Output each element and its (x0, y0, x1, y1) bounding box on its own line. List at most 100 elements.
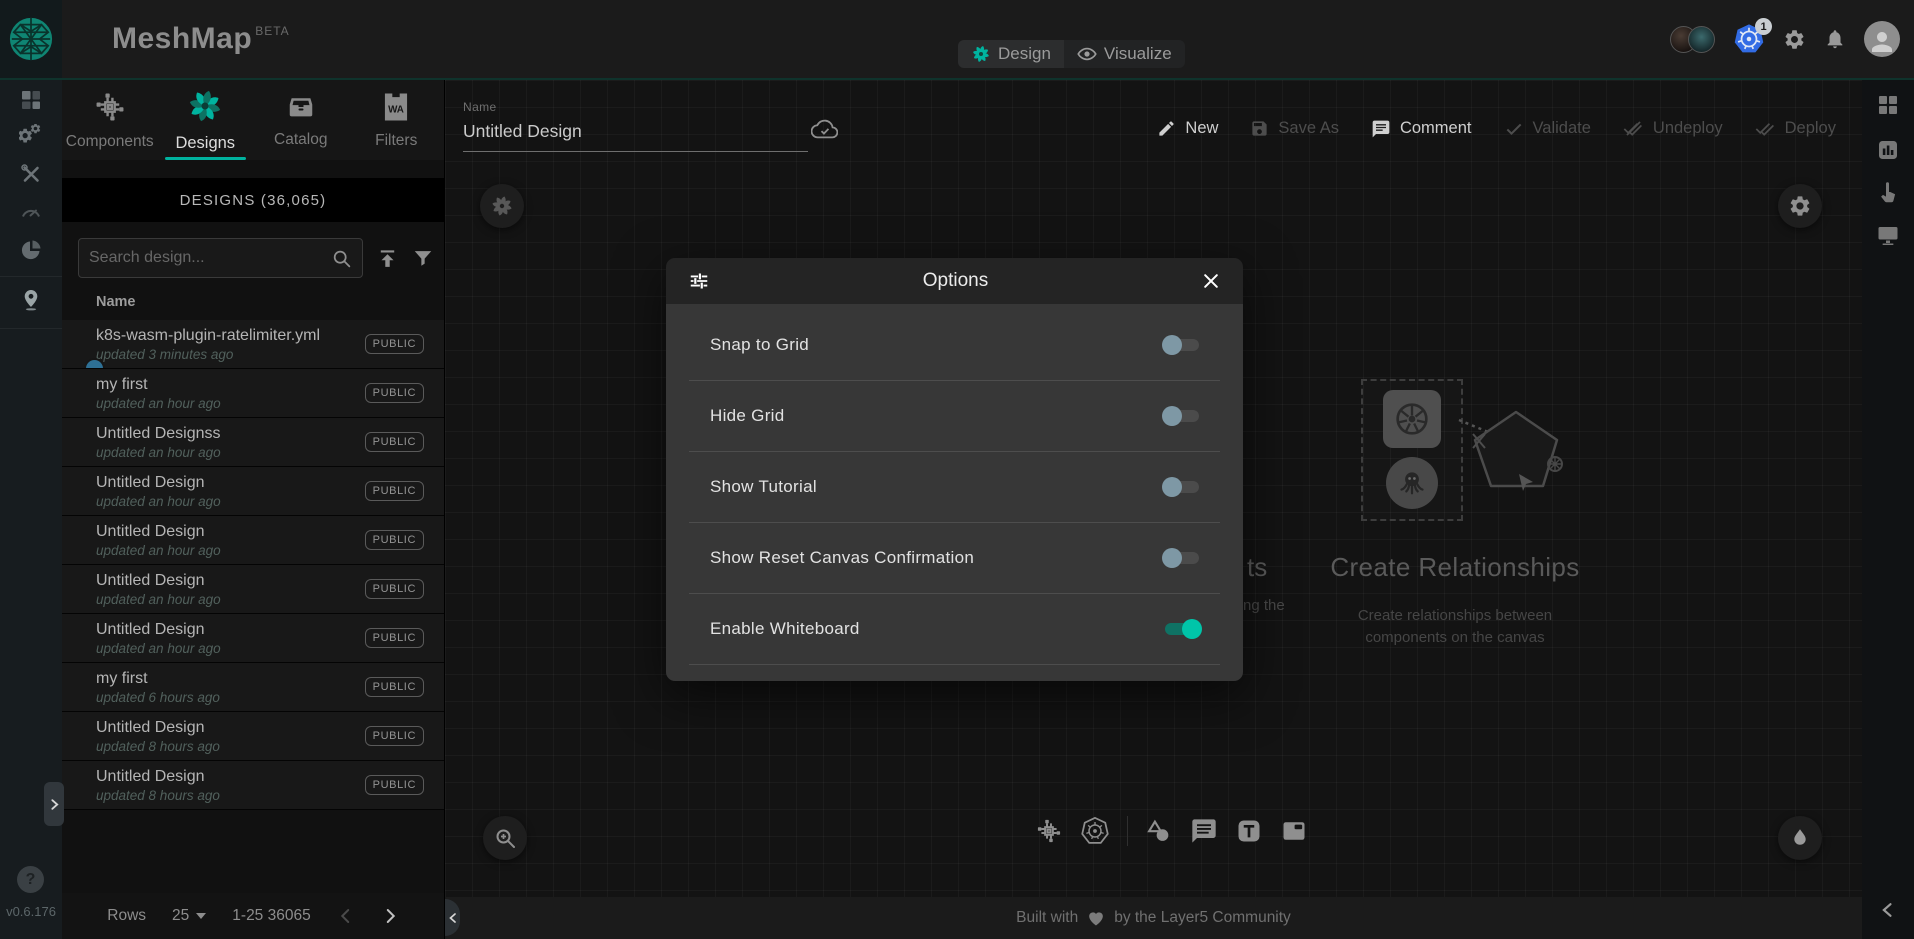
undeploy-button-label: Undeploy (1653, 119, 1723, 138)
components-circuit-icon (93, 90, 127, 124)
chevron-left-icon (447, 912, 459, 924)
k8s-context-button[interactable]: 1 (1733, 23, 1765, 55)
nav-meshmap[interactable] (19, 288, 43, 312)
option-label: Show Reset Canvas Confirmation (710, 548, 974, 568)
previous-page-button[interactable] (337, 907, 355, 925)
panel-tab-designs[interactable]: Designs (158, 80, 254, 160)
gear-icon (1788, 194, 1812, 218)
design-list-item[interactable]: Untitled Design updated an hour ago PUBL… (62, 614, 444, 663)
filter-funnel-button[interactable] (412, 247, 434, 269)
save-as-button[interactable]: Save As (1250, 118, 1339, 139)
comment-tool-button[interactable] (1190, 817, 1218, 845)
design-updated: updated an hour ago (96, 396, 221, 411)
tab-visualize[interactable]: Visualize (1064, 40, 1185, 68)
panel-tab-catalog-label: Catalog (274, 131, 327, 149)
design-updated: updated 3 minutes ago (96, 347, 320, 362)
collaborator-avatars[interactable] (1670, 26, 1715, 53)
gear-icon (1783, 28, 1806, 51)
panel-tab-filters-label: Filters (375, 132, 417, 150)
widgets-grid-button[interactable] (1876, 93, 1900, 117)
design-list-item[interactable]: Untitled Design updated an hour ago PUBL… (62, 565, 444, 614)
footer-suffix: by the Layer5 Community (1114, 909, 1291, 927)
dock-expand-button[interactable] (1878, 900, 1898, 920)
nav-dashboard[interactable] (19, 88, 43, 112)
design-list-item[interactable]: k8s-wasm-plugin-ratelimiter.yml updated … (62, 320, 444, 369)
list-title: DESIGNS (36,065) (62, 178, 444, 222)
visibility-badge: PUBLIC (365, 530, 424, 550)
design-list-item[interactable]: Untitled Design updated 8 hours ago PUBL… (62, 761, 444, 810)
nav-configuration[interactable] (19, 162, 43, 186)
panel-tab-components[interactable]: Components (62, 80, 158, 160)
layer5-logo-button[interactable] (0, 0, 62, 78)
search-row (78, 238, 434, 278)
show-tutorial-toggle[interactable] (1162, 477, 1202, 497)
comment-button[interactable]: Comment (1371, 118, 1472, 139)
ink-drop-button[interactable] (1778, 816, 1822, 860)
components-tool-button[interactable] (1035, 817, 1063, 845)
nav-extensions[interactable] (19, 238, 43, 262)
beta-tag: BETA (255, 24, 289, 38)
new-button[interactable]: New (1157, 118, 1218, 139)
hide-grid-toggle[interactable] (1162, 406, 1202, 426)
options-modal-body: Snap to Grid Hide Grid Show Tutorial Sho… (666, 304, 1243, 681)
mesh-pie-icon (19, 238, 43, 262)
hand-pointer-button[interactable] (1876, 181, 1900, 205)
panel-tab-catalog[interactable]: Catalog (253, 80, 349, 160)
design-list-item[interactable]: Untitled Design updated 8 hours ago PUBL… (62, 712, 444, 761)
validate-button[interactable]: Validate (1504, 118, 1591, 139)
search-input[interactable] (89, 249, 331, 267)
search-box[interactable] (78, 238, 363, 278)
option-label: Hide Grid (710, 406, 785, 426)
panel-expand-toggle[interactable] (44, 782, 64, 826)
design-name: Untitled Design (96, 572, 221, 590)
image-tool-button[interactable] (1280, 817, 1308, 845)
show-reset-canvas-confirmation-toggle[interactable] (1162, 548, 1202, 568)
search-icon[interactable] (331, 248, 352, 269)
empty-state-text: Create Relationships Create relationship… (1325, 552, 1585, 649)
close-icon[interactable] (1201, 271, 1221, 291)
layer5-logo-icon (8, 16, 54, 62)
enable-whiteboard-toggle[interactable] (1162, 619, 1202, 639)
undeploy-button[interactable]: Undeploy (1623, 118, 1723, 139)
notifications-button[interactable] (1824, 28, 1846, 50)
zoom-button[interactable] (483, 816, 527, 860)
text-tool-button[interactable] (1235, 817, 1263, 845)
option-row-hide-grid: Hide Grid (689, 381, 1220, 452)
empty-state-line1: Create relationships between (1325, 605, 1585, 627)
monitor-button[interactable] (1876, 223, 1900, 247)
design-name: Untitled Designss (96, 425, 221, 443)
next-page-button[interactable] (381, 907, 399, 925)
deploy-button[interactable]: Deploy (1755, 118, 1836, 139)
design-list-item[interactable]: Untitled Design updated an hour ago PUBL… (62, 467, 444, 516)
user-avatar-button[interactable] (1864, 21, 1900, 57)
bar-chart-button[interactable] (1876, 138, 1900, 162)
shapes-tool-button[interactable] (1145, 817, 1173, 845)
snap-to-grid-toggle[interactable] (1162, 335, 1202, 355)
deploy-double-check-icon (1755, 118, 1776, 139)
tab-design[interactable]: Design (958, 40, 1064, 68)
canvas-footer: Built with by the Layer5 Community (445, 897, 1862, 939)
panel-tab-filters[interactable]: WA Filters (349, 80, 445, 160)
gears-icon (19, 124, 43, 148)
design-name-field[interactable]: Name Untitled Design (463, 100, 808, 152)
design-list-item[interactable]: my first updated 6 hours ago PUBLIC (62, 663, 444, 712)
design-name: Untitled Design (96, 621, 221, 639)
design-list-item[interactable]: Untitled Design updated an hour ago PUBL… (62, 516, 444, 565)
kubernetes-tool-button[interactable] (1080, 816, 1110, 846)
design-name-value[interactable]: Untitled Design (463, 121, 808, 152)
visibility-badge: PUBLIC (365, 775, 424, 795)
nav-performance[interactable] (19, 200, 43, 224)
import-design-button[interactable] (376, 247, 399, 270)
design-updated: updated an hour ago (96, 494, 221, 509)
design-list-item[interactable]: my first updated an hour ago PUBLIC (62, 369, 444, 418)
canvas-settings-button[interactable] (1778, 184, 1822, 228)
canvas-spiral-button[interactable] (480, 184, 524, 228)
rows-per-page-select[interactable]: 25 (172, 907, 206, 925)
canvas-action-toolbar: New Save As Comment Validate (1157, 118, 1836, 139)
design-updated: updated an hour ago (96, 445, 221, 460)
help-button[interactable]: ? (17, 866, 44, 893)
nav-lifecycle[interactable] (19, 124, 43, 148)
design-list-item[interactable]: Untitled Designss updated an hour ago PU… (62, 418, 444, 467)
settings-button[interactable] (1783, 28, 1806, 51)
comment-button-label: Comment (1400, 119, 1472, 138)
